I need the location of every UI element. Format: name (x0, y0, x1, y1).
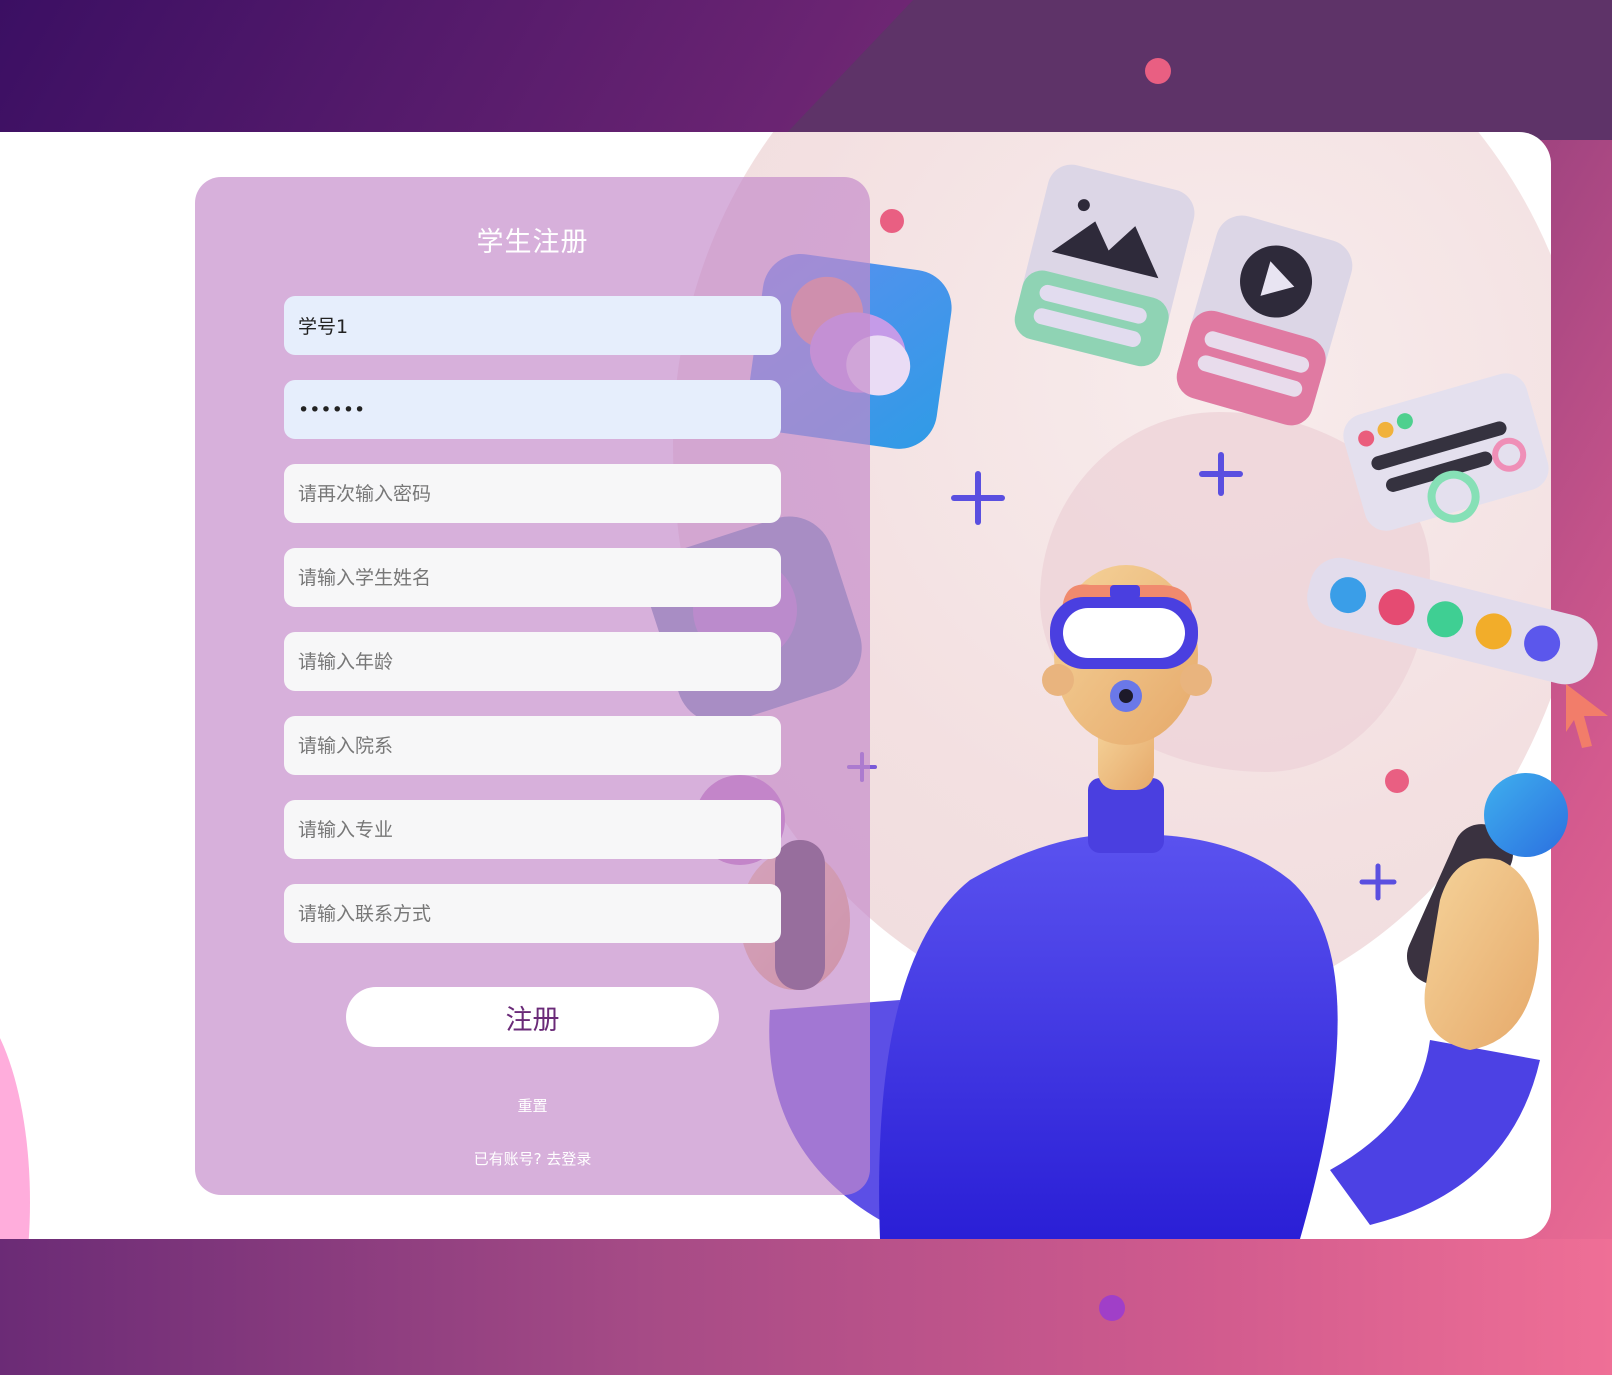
person-ear (1042, 664, 1074, 696)
age-input[interactable] (284, 632, 781, 691)
login-row: 已有账号? 去登录 (195, 1148, 870, 1169)
confirm-password-input[interactable] (284, 464, 781, 523)
settings-card-icon (1343, 373, 1549, 531)
cursor-icon (1566, 684, 1608, 748)
plus-icon (951, 471, 1005, 525)
person-arm-right (1330, 1040, 1540, 1225)
register-form: 学生注册 注册 重置 已有账号? 去登录 (195, 177, 870, 1195)
plus-icon (1199, 452, 1243, 496)
decor-dot (1385, 769, 1409, 793)
register-button[interactable]: 注册 (346, 987, 719, 1047)
reset-link[interactable]: 重置 (517, 1097, 547, 1115)
plus-icon (1359, 863, 1397, 901)
decor-dot (880, 209, 904, 233)
login-prompt: 已有账号? (473, 1150, 547, 1168)
image-card-icon (1014, 164, 1195, 367)
student-id-input[interactable] (284, 296, 781, 355)
reset-row: 重置 (195, 1095, 870, 1116)
person-ear (1180, 664, 1212, 696)
play-card-icon (1176, 215, 1353, 426)
color-palette-icon (1307, 557, 1598, 685)
form-title: 学生注册 (476, 227, 589, 258)
login-link[interactable]: 去登录 (546, 1150, 591, 1168)
person-mouth (1119, 689, 1133, 703)
person-body (879, 835, 1338, 1239)
department-input[interactable] (284, 716, 781, 775)
contact-input[interactable] (284, 884, 781, 943)
mic-head-right (1484, 773, 1568, 857)
password-input[interactable] (284, 380, 781, 439)
major-input[interactable] (284, 800, 781, 859)
student-name-input[interactable] (284, 548, 781, 607)
